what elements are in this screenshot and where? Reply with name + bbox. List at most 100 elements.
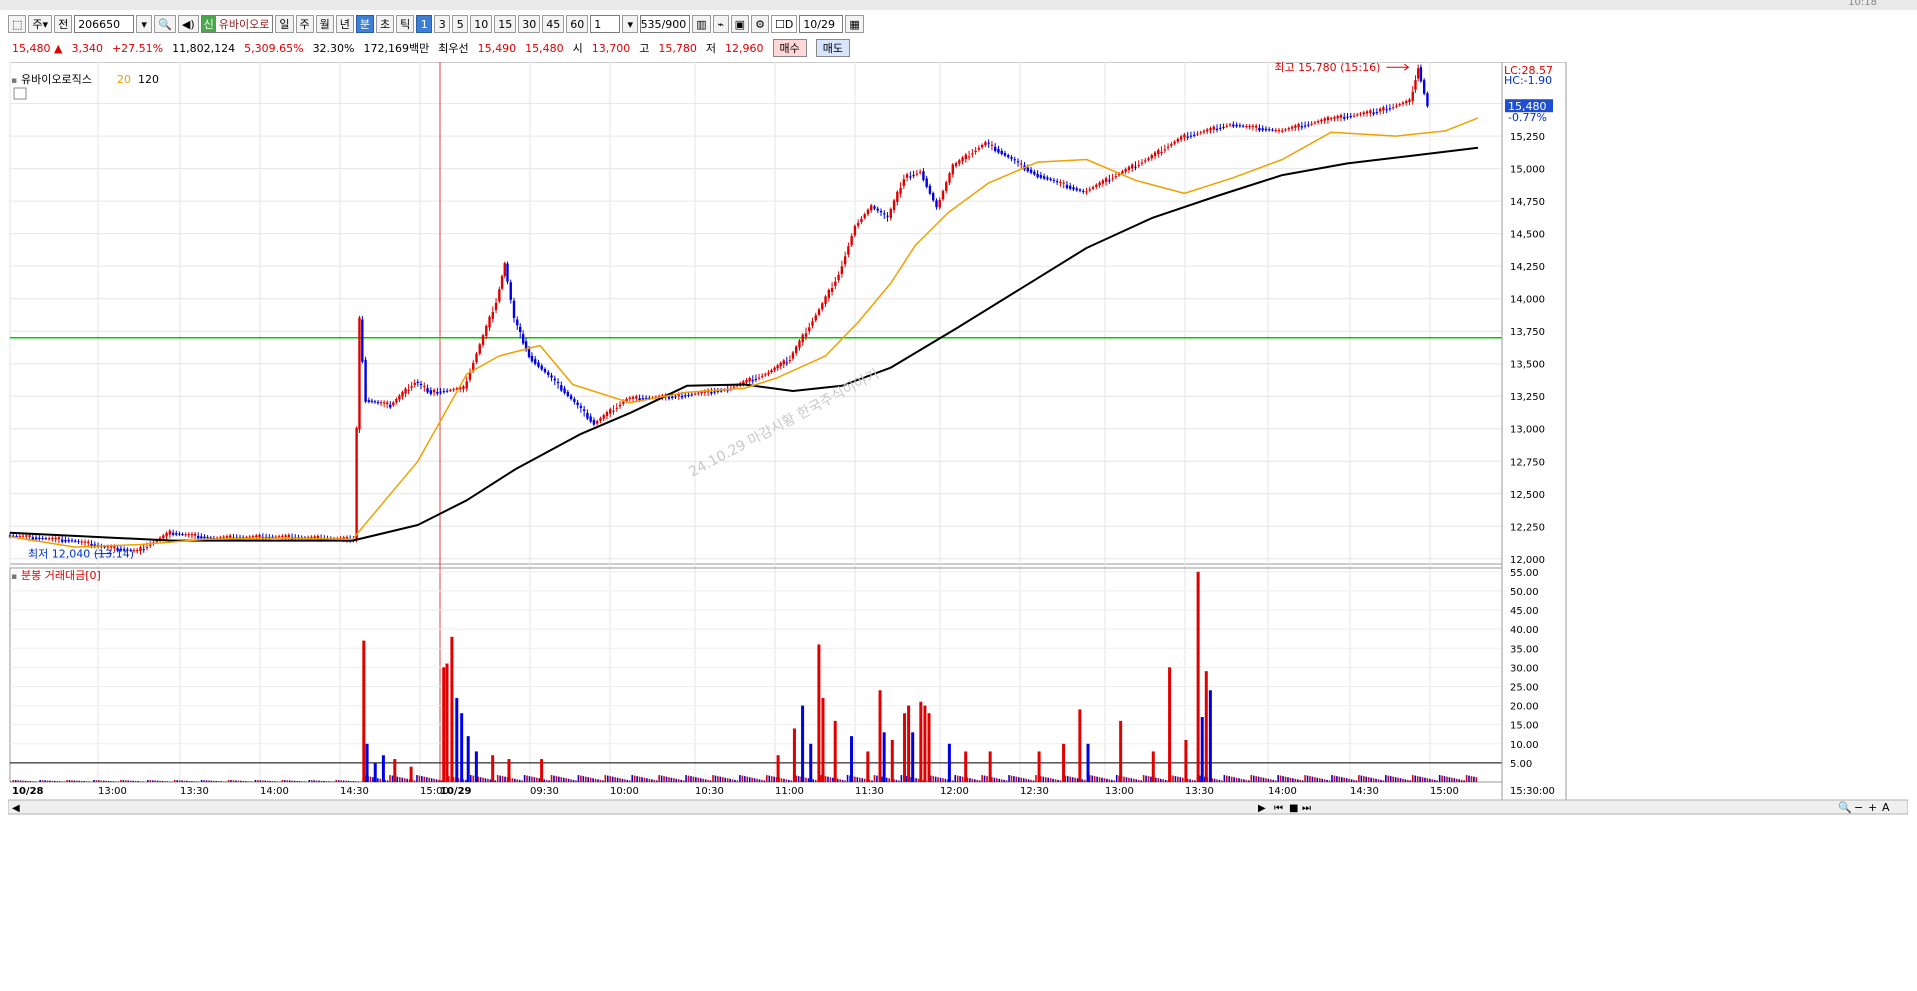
- volume-bar: [540, 759, 544, 782]
- volume-bar: [856, 777, 859, 782]
- indicator-add-icon[interactable]: [13, 87, 27, 100]
- volume-bar: [641, 777, 643, 782]
- speaker-icon[interactable]: ◀): [177, 15, 199, 33]
- date-checkbox[interactable]: ☐ D: [770, 15, 798, 33]
- candle-body: [693, 393, 697, 395]
- buy-button[interactable]: 매수: [772, 39, 807, 57]
- open-label: 시: [572, 42, 583, 55]
- scroll-left-icon[interactable]: ◀: [12, 803, 20, 814]
- volume-bar: [362, 640, 366, 782]
- indicator-icon[interactable]: ▥: [692, 15, 711, 33]
- candle-body: [674, 396, 677, 398]
- scroll-right-icon[interactable]: ▶: [1258, 803, 1266, 814]
- candle-body: [1055, 181, 1059, 183]
- multiplier-dropdown[interactable]: ▾: [622, 15, 639, 33]
- candle-body: [1121, 171, 1124, 174]
- step-1[interactable]: 1: [416, 15, 433, 33]
- volume-panel-toggle-icon[interactable]: ▪: [11, 572, 17, 582]
- chart-area[interactable]: 12,000 12,250 12,500 12,750 13,000 13,250 13,5…: [7, 61, 1909, 991]
- candle-body: [229, 535, 232, 538]
- candle-body: [404, 388, 407, 394]
- line-tool-icon[interactable]: ⌁: [712, 15, 729, 33]
- volume-bar: [95, 780, 98, 782]
- candle-body: [1356, 114, 1359, 116]
- candle-body: [1065, 184, 1069, 189]
- candle-body: [1153, 152, 1157, 157]
- volume-bar: [964, 751, 968, 782]
- period-week[interactable]: 주: [295, 15, 314, 33]
- stock-name-field[interactable]: 신 유바이오로: [200, 15, 274, 33]
- volume-bar: [1458, 779, 1461, 782]
- play-icon[interactable]: ⏭: [1302, 803, 1311, 814]
- chart-window-icon[interactable]: ⬚: [8, 15, 27, 33]
- step-45[interactable]: 45: [542, 15, 565, 33]
- volume-bar: [788, 779, 790, 782]
- volume-bar: [871, 780, 873, 782]
- candle-body: [1003, 153, 1007, 156]
- jeon-button[interactable]: 전: [54, 15, 73, 33]
- horizontal-scrollbar[interactable]: ◀: [7, 799, 1909, 815]
- step-15[interactable]: 15: [494, 15, 517, 33]
- volume-bar: [1032, 780, 1035, 782]
- gear-icon[interactable]: ⚙: [751, 15, 769, 33]
- date-input[interactable]: 10/29: [799, 15, 844, 33]
- candle-body: [760, 375, 764, 377]
- calendar-icon[interactable]: ▦: [845, 15, 864, 33]
- period-day[interactable]: 일: [275, 15, 294, 33]
- volume-bar: [562, 777, 565, 782]
- volume-bar: [1292, 778, 1294, 782]
- count-field[interactable]: 535/900: [640, 15, 691, 33]
- step-5[interactable]: 5: [452, 15, 469, 33]
- stop-icon[interactable]: ■: [1289, 803, 1298, 814]
- multiplier-input[interactable]: 1: [590, 15, 621, 33]
- step-3[interactable]: 3: [434, 15, 451, 33]
- candle-body: [1029, 169, 1033, 173]
- chart-canvas[interactable]: 12,000 12,250 12,500 12,750 13,000 13,250 13,5…: [7, 61, 1909, 991]
- period-month[interactable]: 월: [315, 15, 334, 33]
- save-icon[interactable]: ▣: [730, 15, 750, 33]
- volume-bar: [58, 781, 61, 782]
- type-select[interactable]: 주 ▾: [28, 15, 53, 33]
- auto-scale-icon[interactable]: A: [1882, 801, 1890, 814]
- candle-body: [258, 534, 261, 538]
- candle-body: [1378, 108, 1382, 112]
- rewind-icon[interactable]: ⏮: [1274, 803, 1283, 814]
- volume-bar: [1047, 777, 1049, 782]
- price-tick-label: 12,000: [1510, 555, 1545, 566]
- period-second[interactable]: 초: [376, 15, 395, 33]
- candle-body: [837, 275, 840, 280]
- zoom-out-icon[interactable]: −: [1854, 801, 1863, 814]
- period-minute[interactable]: 분: [355, 15, 375, 33]
- volume-bar: [988, 751, 992, 782]
- candle-body: [18, 535, 21, 537]
- candle-body: [801, 334, 804, 343]
- panel-toggle-icon[interactable]: ▪: [11, 76, 17, 86]
- price-tick-label: 15,000: [1510, 165, 1545, 176]
- volume-bar: [668, 777, 670, 782]
- candle-body: [1251, 125, 1255, 128]
- time-tick-label: 14:00: [1268, 786, 1297, 797]
- candle-body: [70, 540, 74, 542]
- candle-body: [475, 353, 478, 363]
- step-10[interactable]: 10: [470, 15, 493, 33]
- stock-code-input[interactable]: 206650: [74, 15, 135, 33]
- period-year[interactable]: 년: [335, 15, 354, 33]
- step-30[interactable]: 30: [518, 15, 541, 33]
- candle-body: [1000, 150, 1003, 155]
- sell-button[interactable]: 매도: [815, 39, 850, 57]
- volume-bar: [827, 776, 829, 782]
- candle-body: [34, 537, 38, 540]
- candle-body: [1303, 125, 1307, 127]
- code-dropdown-button[interactable]: ▾: [136, 15, 153, 33]
- volume-bar: [670, 777, 673, 782]
- zoom-icon[interactable]: 🔍: [1838, 800, 1852, 814]
- period-tick[interactable]: 틱: [396, 15, 415, 33]
- volume-bar: [518, 779, 521, 782]
- step-60[interactable]: 60: [566, 15, 589, 33]
- volume-bar: [660, 775, 663, 782]
- candle-body: [1375, 111, 1379, 113]
- candle-body: [764, 374, 767, 376]
- search-icon[interactable]: 🔍: [154, 15, 176, 33]
- zoom-in-icon[interactable]: +: [1868, 801, 1877, 814]
- volume-bar: [1181, 777, 1184, 782]
